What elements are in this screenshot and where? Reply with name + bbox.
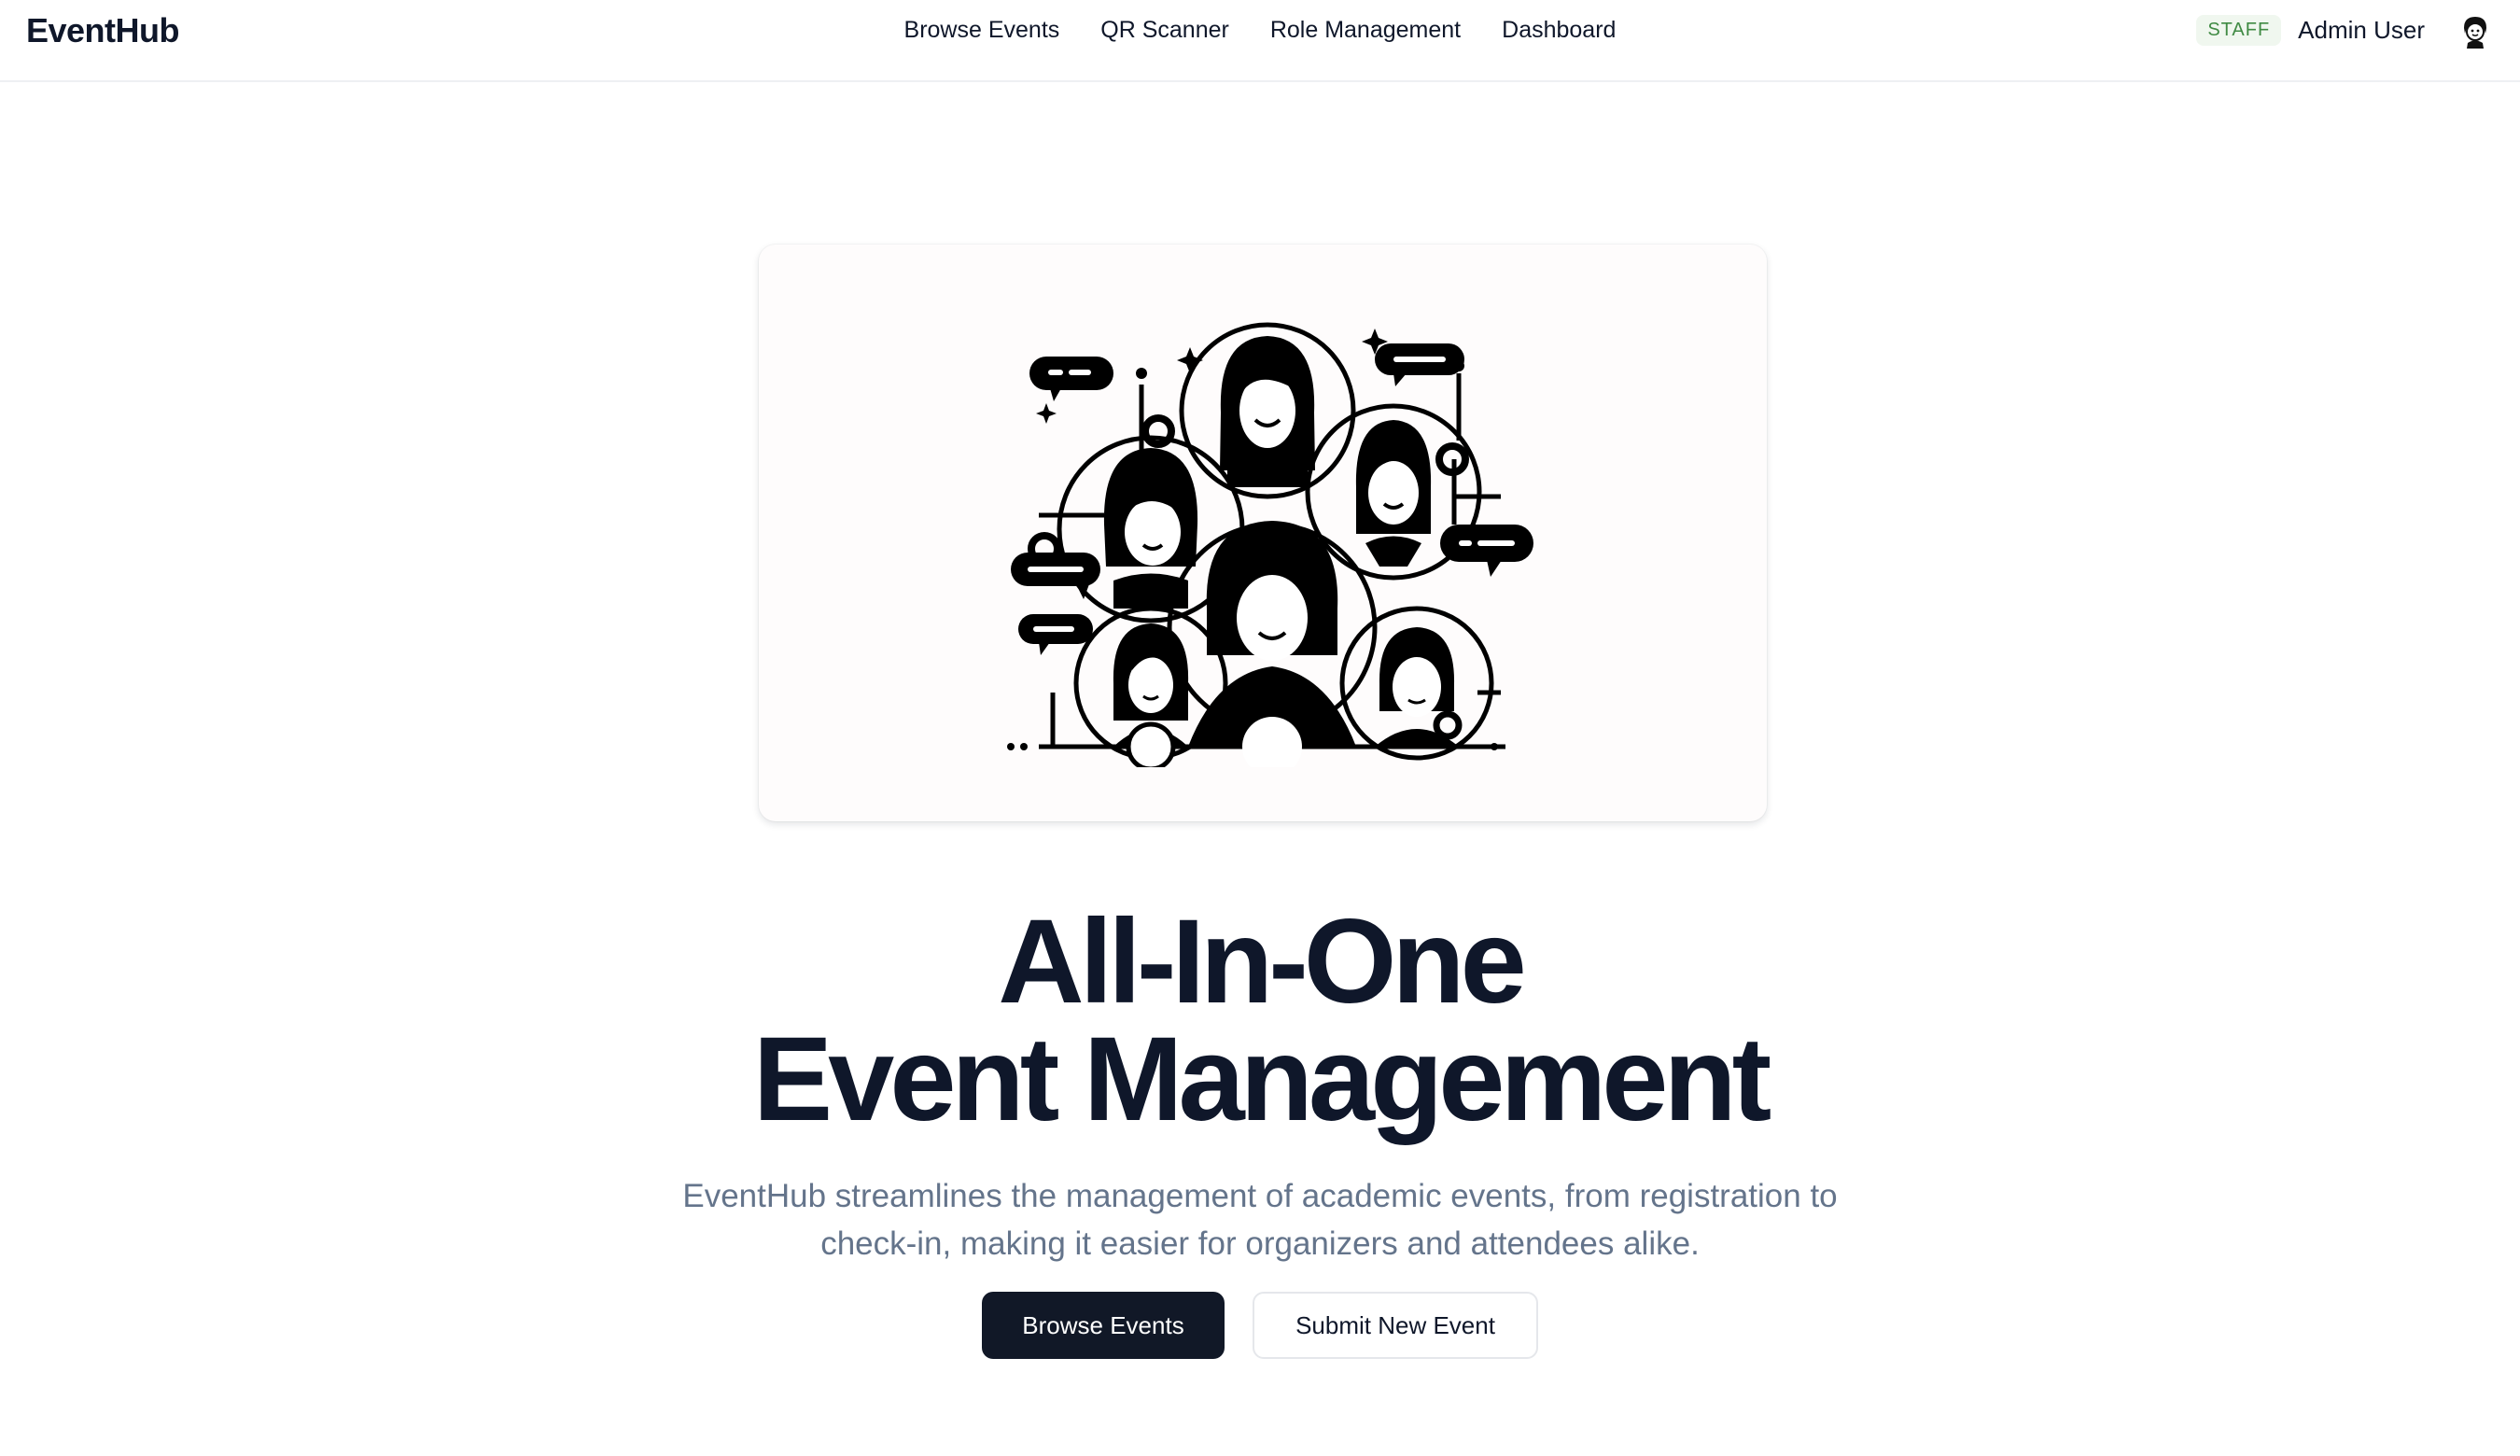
user-name: Admin User — [2298, 15, 2425, 44]
submit-new-event-button[interactable]: Submit New Event — [1253, 1292, 1538, 1359]
community-people-illustration-icon — [1007, 322, 1533, 767]
hero-image-card — [759, 245, 1767, 821]
top-navigation-bar: EventHub Browse Events QR Scanner Role M… — [0, 0, 2520, 82]
nav-role-management[interactable]: Role Management — [1270, 17, 1461, 44]
browse-events-button[interactable]: Browse Events — [982, 1292, 1225, 1359]
nav-dashboard[interactable]: Dashboard — [1502, 17, 1616, 44]
user-menu[interactable]: STAFF Admin User — [2196, 9, 2496, 50]
brand-logo-link[interactable]: EventHub — [26, 11, 180, 50]
headline-line-2: Event Management — [752, 1013, 1772, 1146]
nav-qr-scanner[interactable]: QR Scanner — [1100, 17, 1229, 44]
role-badge: STAFF — [2196, 14, 2282, 46]
nav-browse-events[interactable]: Browse Events — [904, 17, 1060, 44]
hero-headline: All-In-One Event Management — [0, 895, 2520, 1146]
main-nav: Browse Events QR Scanner Role Management… — [0, 0, 2520, 60]
avatar-icon[interactable] — [2455, 9, 2496, 50]
headline-line-1: All-In-One — [998, 895, 1527, 1029]
hero-actions: Browse Events Submit New Event — [0, 1292, 2520, 1359]
hero-description: EventHub streamlines the management of a… — [682, 1178, 1838, 1262]
